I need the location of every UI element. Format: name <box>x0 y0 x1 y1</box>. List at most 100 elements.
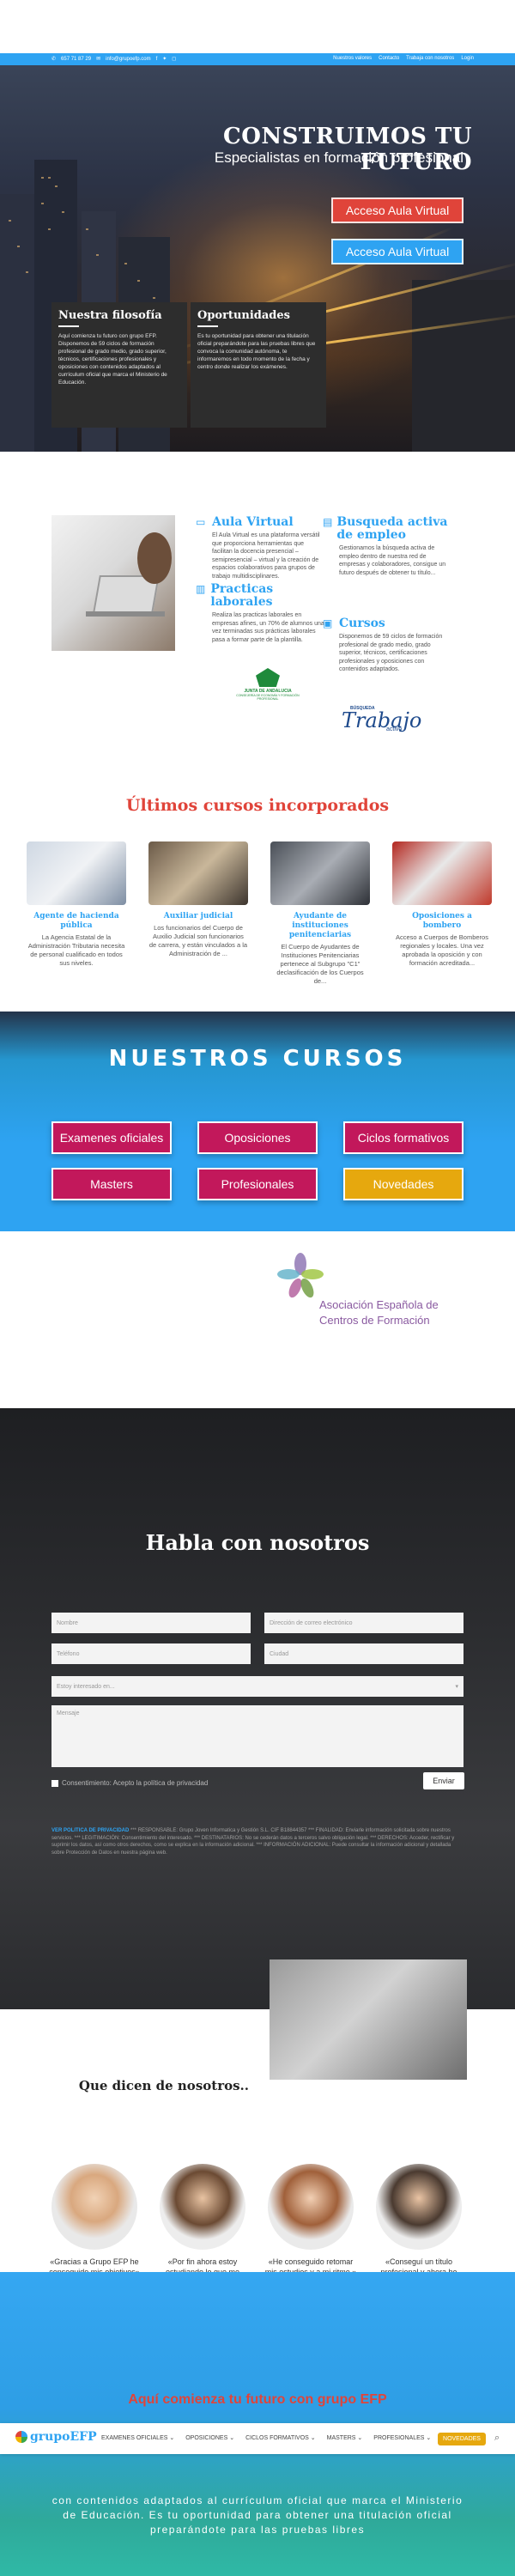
course-text: La Agencia Estatal de la Administración … <box>27 933 125 967</box>
facebook-icon[interactable]: f <box>156 57 158 62</box>
office-meeting-photo <box>270 1959 467 2080</box>
course-title[interactable]: Ayudante de instituciones penitenciarias <box>270 912 370 940</box>
city-field[interactable]: Ciudad <box>264 1643 464 1664</box>
course-title[interactable]: Agente de hacienda pública <box>27 912 126 931</box>
testimonial-card: «Por fin ahora estoy estudiando lo que m… <box>155 2164 250 2287</box>
chart-icon: ▥ <box>196 583 206 595</box>
topbar-link-contacto[interactable]: Contacto <box>379 56 399 61</box>
topbar-link-login[interactable]: Login <box>461 56 474 61</box>
nav-item-ciclos[interactable]: CICLOS FORMATIVOS ⌄ <box>245 2434 316 2441</box>
course-title[interactable]: Auxiliar judicial <box>148 912 248 921</box>
briefcase-icon: ▤ <box>323 516 333 528</box>
consent-label: Consentimiento: Acepto la política de pr… <box>62 1779 209 1787</box>
contact-title: Habla con nosotros <box>145 1530 370 1555</box>
nav-item-profesionales[interactable]: PROFESIONALES ⌄ <box>373 2434 431 2441</box>
nuestros-cursos-title: NUESTROS CURSOS <box>108 1046 407 1072</box>
grupoefp-logo[interactable]: grupoEFP <box>15 2430 97 2444</box>
course-text: El Cuerpo de Ayudantes de Instituciones … <box>276 943 364 985</box>
title-underline <box>58 325 79 327</box>
feature-title: Busqueda activa de empleo <box>336 515 448 542</box>
course-thumbnail[interactable] <box>27 841 126 905</box>
title-underline <box>197 325 218 327</box>
avatar <box>376 2164 462 2250</box>
btn-profesionales[interactable]: Profesionales <box>197 1168 318 1200</box>
btn-oposiciones[interactable]: Oposiciones <box>197 1121 318 1154</box>
avatar <box>268 2164 354 2250</box>
interest-select[interactable]: Estoy interesado en... ▾ <box>52 1676 464 1697</box>
topbar-link-trabaja[interactable]: Trabaja con nosotros <box>406 56 454 61</box>
instagram-icon[interactable]: ◻ <box>172 56 176 62</box>
phone-field[interactable]: Teléfono <box>52 1643 251 1664</box>
phone-icon: ✆ <box>52 57 57 62</box>
main-menu: EXAMENES OFICIALES ⌄ OPOSICIONES ⌄ CICLO… <box>101 2434 431 2441</box>
asociacion-logo: Asociación Española de Centros de Formac… <box>275 1252 455 1346</box>
feature-text: Disponemos de 59 ciclos de formación pro… <box>339 634 443 672</box>
contact-section: Habla con nosotros Nombre Dirección de c… <box>0 1408 515 2009</box>
feature-busqueda-empleo: ▤ Busqueda activa de empleo Gestionamos … <box>323 516 451 577</box>
course-thumbnail[interactable] <box>148 841 248 905</box>
feature-cursos: ▣ Cursos Disponemos de 59 ciclos de form… <box>323 617 451 674</box>
name-field[interactable]: Nombre <box>52 1613 251 1633</box>
course-text: Acceso a Cuerpos de Bomberos regionales … <box>396 933 488 967</box>
testimonial-card: «Gracias a Grupo EFP he conseguido mis o… <box>47 2164 142 2277</box>
testimonial-card: «He conseguido retomar mis estudios y a … <box>264 2164 358 2277</box>
nav-item-oposiciones[interactable]: OPOSICIONES ⌄ <box>185 2434 234 2441</box>
phone-number[interactable]: 657 71 87 29 <box>61 57 91 62</box>
search-icon[interactable]: ⌕ <box>494 2433 500 2444</box>
junta-logo-subtext: CONSEJERÍA DE ECONOMÍA Y FORMACIÓN PROFE… <box>236 694 300 701</box>
asociacion-line1: Asociación Española de <box>319 1298 439 1311</box>
privacy-policy-link[interactable]: VER POLITICA DE PRIVACIDAD <box>52 1828 129 1833</box>
course-card[interactable]: Oposiciones a bombero Acceso a Cuerpos d… <box>392 841 492 968</box>
btn-novedades[interactable]: Novedades <box>343 1168 464 1200</box>
testimonial-card: «Conseguí un título profesional y ahora … <box>372 2164 466 2287</box>
feature-aula-virtual: ▭ Aula Virtual El Aula Virtual es una pl… <box>196 516 324 580</box>
filosofia-card: Nuestra filosofía Aquí comienza tu futur… <box>52 302 187 428</box>
nav-item-masters[interactable]: MASTERS ⌄ <box>327 2434 363 2441</box>
interest-select-value: Estoy interesado en... <box>57 1683 115 1690</box>
feature-title: Aula Virtual <box>212 515 294 529</box>
nav-item-examenes[interactable]: EXAMENES OFICIALES ⌄ <box>101 2434 174 2441</box>
btn-masters[interactable]: Masters <box>52 1168 172 1200</box>
trabajo-activo-logo: BÚSQUEDA Trabajo activo <box>342 706 421 740</box>
logo-mark-icon <box>15 2431 27 2443</box>
sticky-navbar: grupoEFP EXAMENES OFICIALES ⌄ OPOSICIONE… <box>0 2423 515 2454</box>
banner-white-text: con contenidos adaptados al currículum o… <box>52 2494 464 2536</box>
email-address[interactable]: info@grupoefp.com <box>106 57 150 62</box>
send-button[interactable]: Enviar <box>423 1772 464 1789</box>
btn-examenes-oficiales[interactable]: Examenes oficiales <box>52 1121 172 1154</box>
hero-subtitle: Especialistas en formación profesional <box>214 149 464 166</box>
top-bar: ✆ 657 71 87 29 ✉ info@grupoefp.com f ✦ ◻… <box>0 53 515 65</box>
course-thumbnail[interactable] <box>392 841 492 905</box>
course-title[interactable]: Oposiciones a bombero <box>392 912 492 931</box>
checkbox[interactable] <box>52 1779 58 1787</box>
course-card[interactable]: Ayudante de instituciones penitenciarias… <box>270 841 370 986</box>
aula-virtual-button-red[interactable]: Acceso Aula Virtual <box>331 197 464 223</box>
oportunidades-title: Oportunidades <box>197 309 290 322</box>
logo-text: grupoEFP <box>30 2430 97 2444</box>
feature-title: Practicas laborales <box>210 582 274 609</box>
course-text: Los funcionarios del Cuerpo de Auxilio J… <box>148 924 248 957</box>
aula-virtual-button-blue[interactable]: Acceso Aula Virtual <box>331 239 464 264</box>
laptop-photo <box>52 515 175 651</box>
filosofia-title: Nuestra filosofía <box>58 309 162 322</box>
ultimos-cursos-title: Últimos cursos incorporados <box>125 796 390 815</box>
course-card[interactable]: Auxiliar judicial Los funcionarios del C… <box>148 841 248 958</box>
nuestros-cursos-section: NUESTROS CURSOS Examenes oficiales Oposi… <box>0 1012 515 1231</box>
oportunidades-text: Es tu oportunidad para obtener una titul… <box>197 333 316 370</box>
feature-text: Realiza las practicas laborales en empre… <box>212 612 324 643</box>
email-field[interactable]: Dirección de correo electrónico <box>264 1613 464 1633</box>
novedades-button[interactable]: NOVEDADES <box>438 2433 486 2445</box>
course-thumbnail[interactable] <box>270 841 370 905</box>
topbar-link-valores[interactable]: Nuestros valores <box>333 56 372 61</box>
banner-red-text: Aquí comienza tu futuro con grupo EFP <box>128 2392 387 2407</box>
testimonials-title: Que dicen de nosotros.. <box>78 2078 249 2093</box>
flower-icon <box>277 1253 324 1298</box>
privacy-consent[interactable]: Consentimiento: Acepto la política de pr… <box>52 1779 208 1787</box>
feature-practicas: ▥ Practicas laborales Realiza las practi… <box>196 583 324 644</box>
twitter-icon[interactable]: ✦ <box>162 56 167 62</box>
junta-andalucia-logo: JUNTA DE ANDALUCIA CONSEJERÍA DE ECONOMÍ… <box>233 668 302 708</box>
message-field[interactable]: Mensaje <box>52 1705 464 1767</box>
course-card[interactable]: Agente de hacienda pública La Agencia Es… <box>27 841 126 968</box>
btn-ciclos-formativos[interactable]: Ciclos formativos <box>343 1121 464 1154</box>
feature-text: El Aula Virtual es una plataforma versát… <box>212 532 320 580</box>
